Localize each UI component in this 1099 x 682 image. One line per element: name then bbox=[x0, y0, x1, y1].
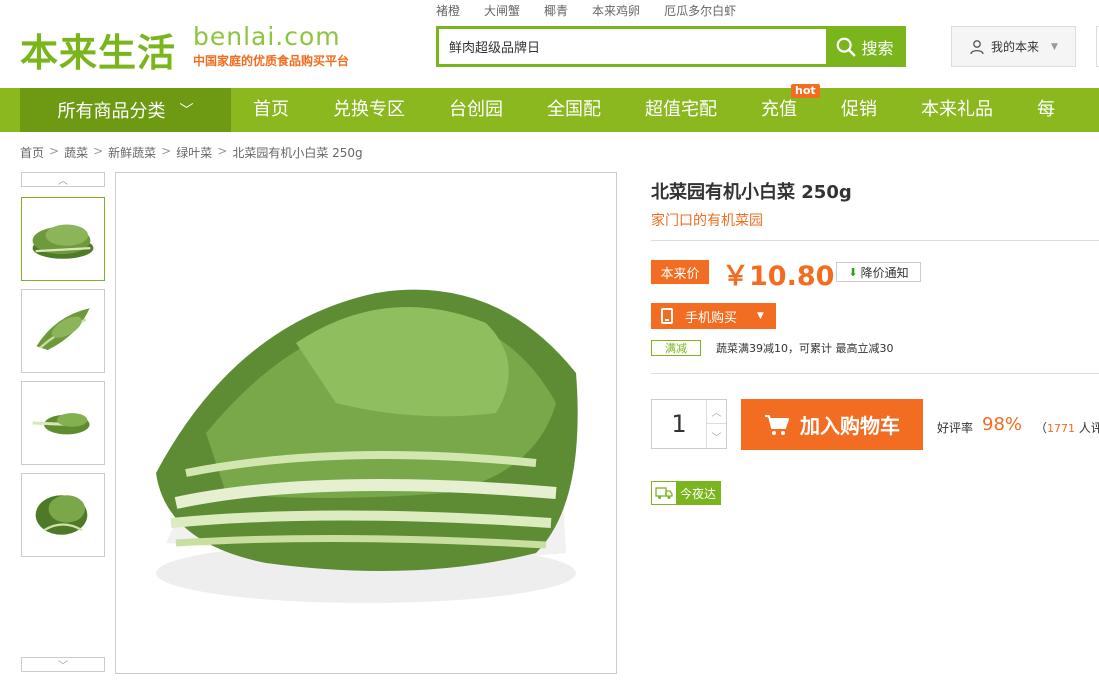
my-account-label: 我的本来 bbox=[991, 40, 1040, 54]
promo-text: 蔬菜满39减10，可累计 最高立减30 bbox=[716, 342, 894, 355]
rating-count: 1771 bbox=[1047, 422, 1076, 435]
search-button-label: 搜索 bbox=[861, 38, 894, 58]
nav-items: 首页 兑换专区 台创园 全国配 超值宅配 充值 hot 促销 本来礼品 每 bbox=[231, 84, 1077, 132]
bok-choy-thumbnail-image bbox=[36, 308, 90, 350]
all-categories-menu[interactable]: 所有商品分类 ﹀ bbox=[20, 88, 231, 132]
promo-tag: 满减 bbox=[651, 340, 701, 356]
main-nav: 所有商品分类 ﹀ 首页 兑换专区 台创园 全国配 超值宅配 充值 hot 促销 … bbox=[0, 84, 1099, 132]
breadcrumb-separator: > bbox=[49, 144, 60, 158]
breadcrumb: 首页 > 蔬菜 > 新鲜蔬菜 > 绿叶菜 > 北菜园有机小白菜 250g bbox=[20, 144, 363, 161]
search-bar: 搜索 bbox=[436, 26, 906, 67]
search-icon bbox=[837, 37, 856, 56]
quantity-stepper: ︿ ﹀ bbox=[651, 399, 727, 449]
add-to-cart-label: 加入购物车 bbox=[800, 414, 900, 438]
divider bbox=[651, 240, 1099, 241]
all-categories-label: 所有商品分类 bbox=[57, 101, 166, 122]
breadcrumb-separator: > bbox=[93, 144, 104, 158]
divider bbox=[651, 373, 1099, 374]
bok-choy-thumbnail-image bbox=[35, 495, 88, 535]
product-thumbnail[interactable] bbox=[21, 473, 105, 557]
nav-item-recharge[interactable]: 充值 hot bbox=[739, 84, 820, 132]
rating-count-suffix: 人评 bbox=[1078, 421, 1099, 435]
delivery-label: 今夜达 bbox=[676, 482, 720, 504]
bok-choy-thumbnail-image bbox=[32, 413, 90, 435]
nav-item-promotions[interactable]: 促销 bbox=[819, 88, 899, 132]
hot-word-link[interactable]: 厄瓜多尔白虾 bbox=[664, 2, 736, 19]
chevron-down-icon: ﹀ bbox=[179, 103, 194, 119]
header: 本来生活 benlai.com 中国家庭的优质食品购买平台 褚橙 大闸蟹 椰青 … bbox=[0, 0, 1099, 88]
mobile-buy-label: 手机购买 bbox=[685, 310, 738, 326]
truck-icon bbox=[652, 482, 676, 504]
product-price: ￥10.80 bbox=[722, 261, 835, 292]
caret-down-icon: ▼ bbox=[757, 311, 764, 321]
bok-choy-thumbnail-image bbox=[32, 224, 94, 259]
breadcrumb-link[interactable]: 首页 bbox=[20, 144, 44, 161]
product-thumbnail[interactable] bbox=[21, 289, 105, 373]
nav-item-more[interactable]: 每 bbox=[1015, 88, 1077, 132]
user-icon bbox=[970, 39, 984, 54]
price-alert-label: 降价通知 bbox=[860, 265, 909, 280]
nav-item-gifts[interactable]: 本来礼品 bbox=[899, 88, 1015, 132]
price-label: 本来价 bbox=[651, 260, 709, 284]
delivery-badge: 今夜达 bbox=[651, 481, 721, 505]
breadcrumb-current: 北菜园有机小白菜 250g bbox=[232, 146, 363, 160]
rating-count-prefix: （ bbox=[1035, 421, 1048, 435]
breadcrumb-link[interactable]: 蔬菜 bbox=[64, 144, 88, 161]
breadcrumb-separator: > bbox=[217, 144, 228, 158]
bok-choy-product-image bbox=[156, 289, 578, 603]
quantity-increase-button[interactable]: ︿ bbox=[707, 400, 726, 424]
hot-word-link[interactable]: 褚橙 bbox=[436, 2, 460, 19]
nav-item-taichuangyuan[interactable]: 台创园 bbox=[427, 88, 525, 132]
product-title: 北菜园有机小白菜 250g bbox=[651, 182, 852, 203]
rating-value: 98% bbox=[982, 414, 1023, 435]
search-input[interactable] bbox=[439, 29, 829, 64]
arrow-down-icon: ⬇ bbox=[848, 265, 858, 279]
hot-word-link[interactable]: 大闸蟹 bbox=[484, 2, 520, 19]
logo[interactable]: 本来生活 bbox=[20, 22, 176, 77]
breadcrumb-link[interactable]: 绿叶菜 bbox=[176, 144, 212, 161]
my-account-dropdown[interactable]: 我的本来 ▼ bbox=[951, 26, 1076, 67]
hot-word-link[interactable]: 椰青 bbox=[544, 2, 568, 19]
breadcrumb-separator: > bbox=[161, 144, 172, 158]
rating-count-link[interactable]: （1771 人评 bbox=[1035, 419, 1099, 436]
add-to-cart-button[interactable]: 加入购物车 bbox=[741, 399, 923, 450]
breadcrumb-link[interactable]: 新鲜蔬菜 bbox=[108, 144, 156, 161]
nav-item-home[interactable]: 首页 bbox=[231, 88, 311, 132]
nav-item-recharge-label: 充值 bbox=[761, 99, 797, 120]
hot-word-link[interactable]: 本来鸡卵 bbox=[592, 2, 640, 19]
logo-domain[interactable]: benlai.com bbox=[193, 22, 341, 51]
product-thumbnail[interactable] bbox=[21, 197, 105, 281]
nav-item-home-delivery[interactable]: 超值宅配 bbox=[623, 88, 739, 132]
cart-icon bbox=[765, 414, 789, 435]
product-main-image[interactable] bbox=[115, 172, 617, 674]
quantity-decrease-button[interactable]: ﹀ bbox=[707, 424, 726, 448]
hot-words: 褚橙 大闸蟹 椰青 本来鸡卵 厄瓜多尔白虾 bbox=[436, 2, 760, 19]
rating-label: 好评率 bbox=[937, 421, 974, 435]
thumbnail-scroll-down-button[interactable]: ﹀ bbox=[21, 657, 105, 672]
price-alert-button[interactable]: ⬇ 降价通知 bbox=[836, 262, 921, 282]
product-thumbnail[interactable] bbox=[21, 381, 105, 465]
phone-icon bbox=[661, 308, 673, 324]
nav-item-exchange[interactable]: 兑换专区 bbox=[311, 88, 427, 132]
caret-down-icon: ▼ bbox=[1051, 41, 1058, 52]
hot-badge: hot bbox=[791, 84, 820, 98]
quantity-input[interactable] bbox=[652, 400, 707, 448]
logo-tagline: 中国家庭的优质食品购买平台 bbox=[193, 54, 350, 68]
mobile-buy-button[interactable]: 手机购买 ▼ bbox=[651, 303, 776, 329]
thumbnail-scroll-up-button[interactable]: ︿ bbox=[21, 172, 105, 187]
nav-item-nationwide[interactable]: 全国配 bbox=[525, 88, 623, 132]
product-subtitle: 家门口的有机菜园 bbox=[651, 213, 763, 229]
search-button[interactable]: 搜索 bbox=[826, 29, 903, 64]
